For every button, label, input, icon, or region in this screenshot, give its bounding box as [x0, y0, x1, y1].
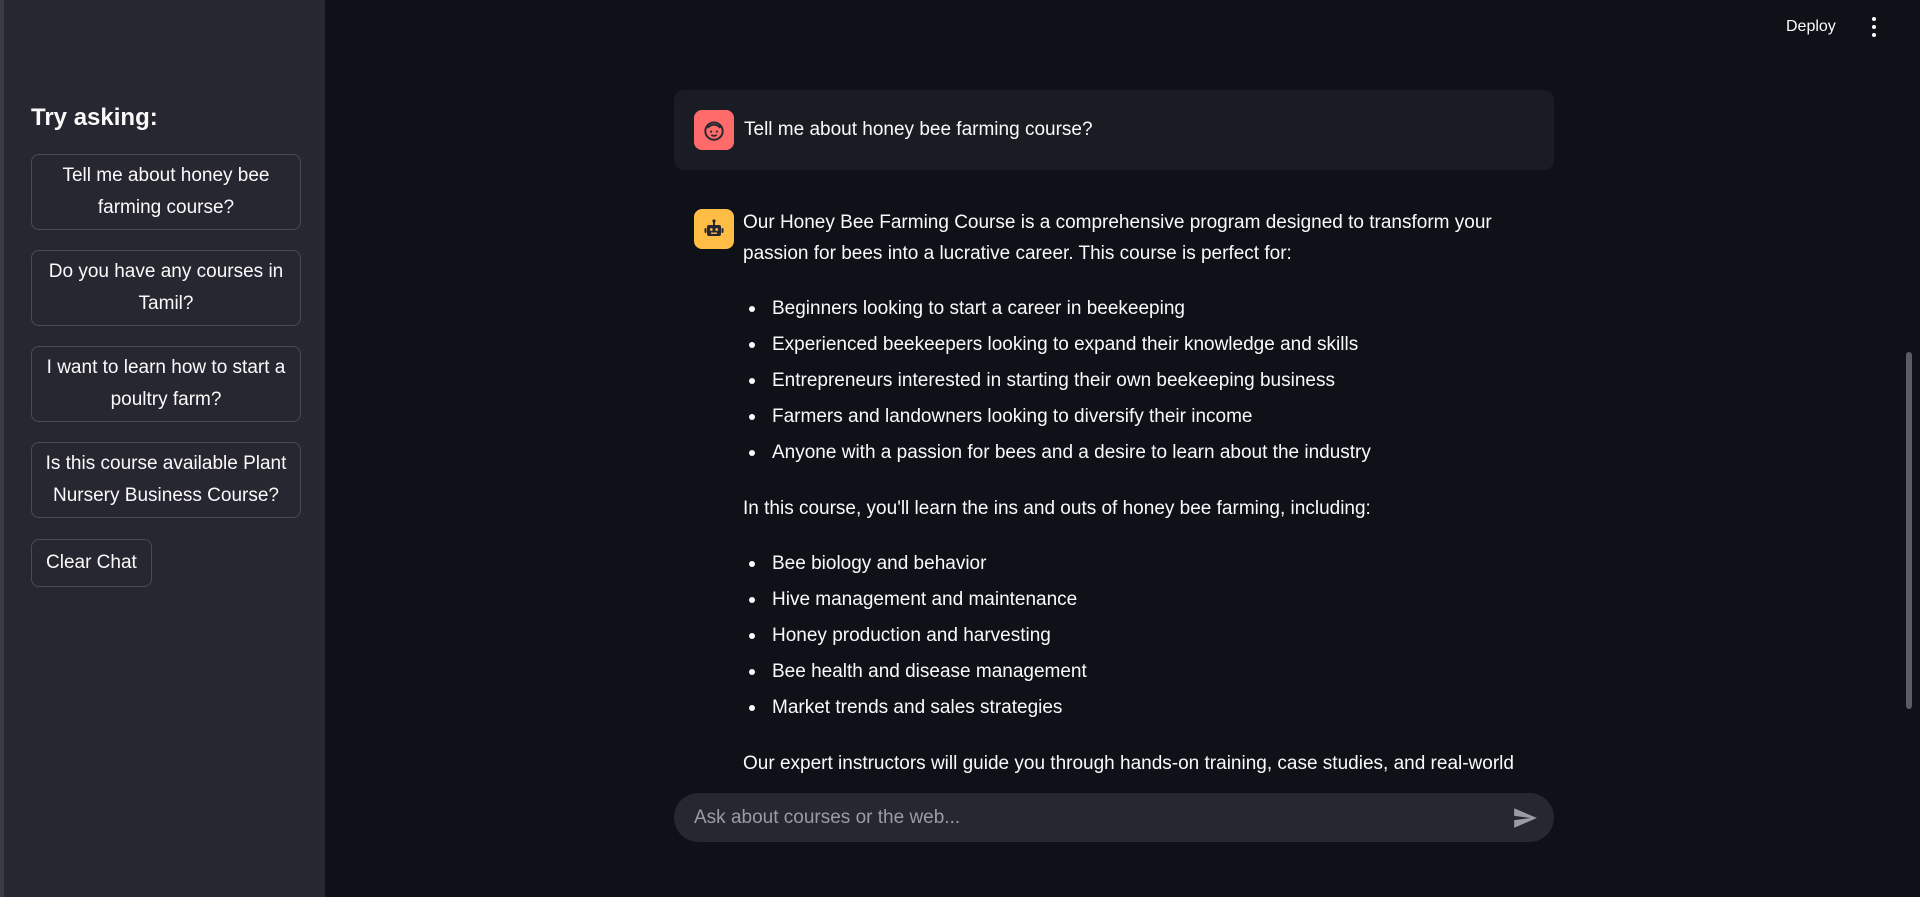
list-item: Entrepreneurs interested in starting the… — [749, 363, 1553, 399]
audience-list: Beginners looking to start a career in b… — [749, 291, 1553, 471]
user-avatar — [694, 110, 734, 150]
chat-input[interactable] — [694, 793, 1484, 842]
list-item: Hive management and maintenance — [749, 582, 1553, 618]
list-item: Bee health and disease management — [749, 654, 1553, 690]
closing-text: Our expert instructors will guide you th… — [743, 753, 1514, 774]
bot-avatar — [694, 209, 734, 249]
list-item: Anyone with a passion for bees and a des… — [749, 435, 1553, 471]
more-vertical-icon[interactable] — [1864, 14, 1884, 40]
robot-icon — [704, 219, 724, 236]
suggestion-button-plant-nursery[interactable]: Is this course available Plant Nursery B… — [31, 442, 301, 518]
chat-input-container — [674, 793, 1554, 842]
list-item: Beginners looking to start a career in b… — [749, 291, 1553, 327]
send-icon — [1514, 808, 1537, 828]
list-item: Honey production and harvesting — [749, 618, 1553, 654]
list-item: Farmers and landowners looking to divers… — [749, 399, 1553, 435]
suggestion-button-tamil[interactable]: Do you have any courses in Tamil? — [31, 250, 301, 326]
clear-chat-button[interactable]: Clear Chat — [31, 539, 152, 587]
topics-intro-text: In this course, you'll learn the ins and… — [743, 498, 1371, 519]
sidebar-title: Try asking: — [31, 104, 158, 131]
list-item: Bee biology and behavior — [749, 546, 1553, 582]
topics-list: Bee biology and behavior Hive management… — [749, 546, 1553, 726]
scrollbar-thumb[interactable] — [1906, 352, 1912, 709]
sidebar: Try asking: Tell me about honey bee farm… — [0, 0, 325, 897]
send-button[interactable] — [1512, 805, 1538, 831]
user-message: Tell me about honey bee farming course? — [674, 90, 1554, 170]
user-face-icon — [704, 121, 724, 141]
suggestion-button-honey-bee[interactable]: Tell me about honey bee farming course? — [31, 154, 301, 230]
list-item: Market trends and sales strategies — [749, 690, 1553, 726]
user-message-text: Tell me about honey bee farming course? — [744, 119, 1093, 140]
deploy-button[interactable]: Deploy — [1780, 14, 1842, 40]
suggestion-button-poultry[interactable]: I want to learn how to start a poultry f… — [31, 346, 301, 422]
bot-message: Our Honey Bee Farming Course is a compre… — [743, 207, 1553, 801]
list-item: Experienced beekeepers looking to expand… — [749, 327, 1553, 363]
bot-intro-text: Our Honey Bee Farming Course is a compre… — [743, 212, 1492, 264]
